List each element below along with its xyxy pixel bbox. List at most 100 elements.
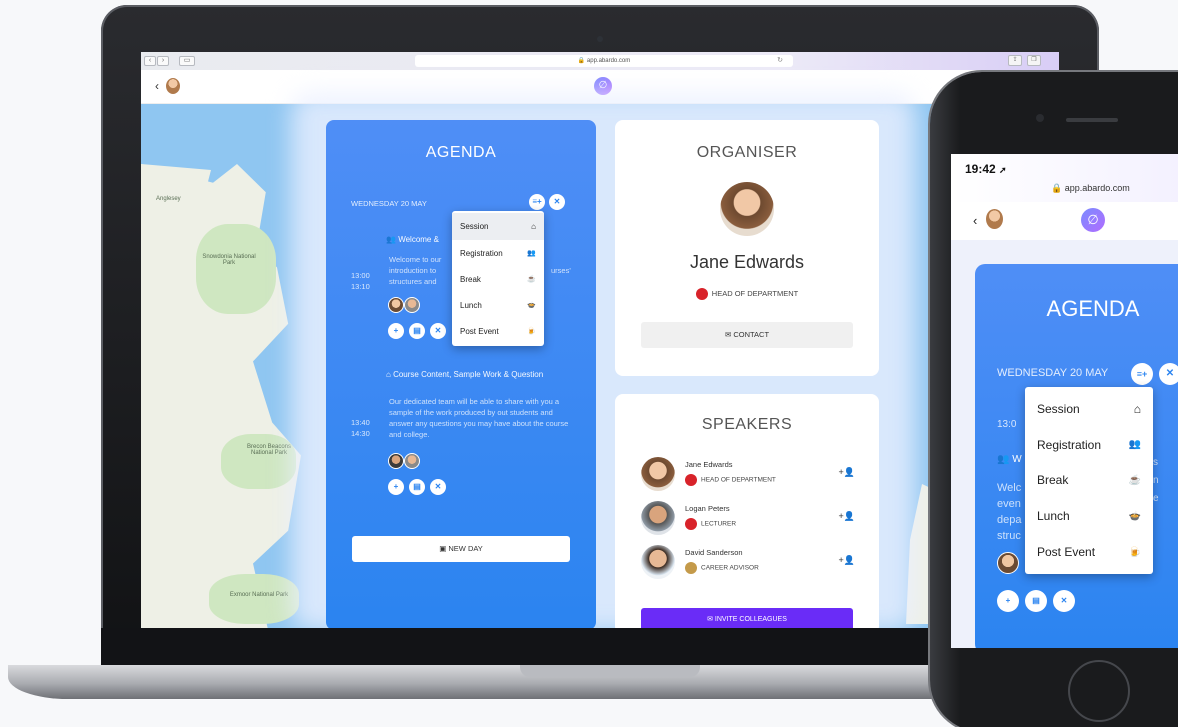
group-icon: 👥 [527, 250, 536, 257]
coffee-icon: ☕ [527, 276, 536, 283]
tabs-button[interactable]: ❐ [1027, 55, 1041, 66]
event-description: Welc even depa struc [997, 482, 1022, 542]
remove-icon[interactable]: ✕ [1053, 590, 1075, 612]
phone-speaker [1066, 118, 1118, 122]
new-day-button[interactable]: ▣ NEW DAY [352, 536, 570, 562]
map-label-snowdonia: Snowdonia National Park [202, 254, 256, 266]
speaker-row[interactable]: Logan Peters LECTURER +👤 [641, 501, 861, 537]
laptop-notch [520, 665, 700, 677]
speaker-role: CAREER ADVISOR [685, 562, 759, 574]
menu-item-lunch[interactable]: Lunch 🍲 [1025, 498, 1153, 534]
invite-colleagues-button[interactable]: ✉ INVITE COLLEAGUES [641, 608, 853, 628]
speaker-role: HEAD OF DEPARTMENT [685, 474, 776, 486]
close-button[interactable]: ✕ [549, 194, 565, 210]
remove-icon[interactable]: ✕ [430, 323, 446, 339]
lock-icon: 🔒 [577, 58, 586, 64]
speaker-name: Jane Edwards [685, 460, 733, 469]
phone-screen: 19:42 ➚ 🔒 app.abardo.com ‹ ∅ AGENDA WEDN… [951, 154, 1178, 648]
attendee-avatar[interactable] [997, 552, 1019, 574]
bowl-icon: 🍲 [527, 302, 536, 309]
reload-icon[interactable]: ↻ [777, 55, 783, 67]
group-icon: 👥 [997, 454, 1013, 465]
menu-item-post-event[interactable]: Post Event 🍺 [1025, 534, 1153, 570]
marketing-stage: ‹ › ▭ 🔒 app.abardo.com ↻ ⇪ ❐ ‹ ∅ Anglese… [0, 0, 1178, 727]
phone-url[interactable]: 🔒 app.abardo.com [1051, 183, 1130, 194]
speaker-row[interactable]: Jane Edwards HEAD OF DEPARTMENT +👤 [641, 457, 861, 493]
add-person-icon[interactable]: + [388, 323, 404, 339]
document-icon[interactable]: ▤ [409, 479, 425, 495]
organiser-role: HEAD OF DEPARTMENT [615, 288, 879, 300]
menu-item-registration[interactable]: Registration 👥 [1025, 427, 1153, 462]
speaker-row[interactable]: David Sanderson CAREER ADVISOR +👤 [641, 545, 861, 581]
add-person-icon[interactable]: +👤 [839, 511, 855, 522]
laptop-camera [597, 36, 603, 42]
forward-button[interactable]: › [157, 56, 169, 66]
pub-icon: 🍺 [527, 328, 536, 335]
day-label: WEDNESDAY 20 MAY [997, 367, 1109, 379]
home-button[interactable] [1068, 660, 1130, 722]
attendee-avatar[interactable] [388, 453, 404, 469]
menu-item-session[interactable]: Session ⌂ [452, 213, 544, 240]
address-bar[interactable]: 🔒 app.abardo.com ↻ [415, 55, 793, 67]
group-icon: 👥 [386, 235, 399, 244]
attendee-avatar[interactable] [388, 297, 404, 313]
event-time: 13:0 [997, 419, 1017, 430]
avatar[interactable] [986, 209, 1003, 229]
document-icon[interactable]: ▤ [409, 323, 425, 339]
menu-item-break[interactable]: Break ☕ [452, 266, 544, 292]
badge-icon [685, 562, 697, 574]
location-arrow-icon: ➚ [999, 165, 1007, 175]
url-text: app.abardo.com [586, 58, 631, 64]
app-logo[interactable]: ∅ [1081, 208, 1105, 232]
sidebar-button[interactable]: ▭ [179, 56, 195, 66]
contact-button[interactable]: ✉ CONTACT [641, 322, 853, 348]
presentation-icon: ⌂ [1133, 402, 1141, 416]
speaker-photo [641, 545, 675, 579]
menu-item-post-event[interactable]: Post Event 🍺 [452, 318, 544, 344]
add-person-icon[interactable]: +👤 [839, 467, 855, 478]
map-label-anglesey: Anglesey [156, 196, 181, 202]
phone-clock: 19:42 ➚ [965, 162, 1007, 176]
agenda-title: AGENDA [1046, 296, 1140, 321]
document-icon[interactable]: ▤ [1025, 590, 1047, 612]
group-icon: 👥 [1128, 439, 1141, 450]
pub-icon: 🍺 [1128, 546, 1141, 558]
speaker-photo [641, 501, 675, 535]
organiser-photo [720, 182, 774, 236]
remove-icon[interactable]: ✕ [430, 479, 446, 495]
back-button[interactable]: ‹ [144, 56, 156, 66]
lock-icon: 🔒 [1051, 183, 1065, 193]
add-person-icon[interactable]: +👤 [839, 555, 855, 566]
phone-camera [1036, 114, 1044, 122]
organiser-card: ORGANISER Jane Edwards HEAD OF DEPARTMEN… [615, 120, 879, 376]
phone-status-bar: 19:42 ➚ 🔒 app.abardo.com [951, 154, 1178, 204]
menu-item-registration[interactable]: Registration 👥 [452, 240, 544, 266]
event-description: Our dedicated team will be able to share… [389, 397, 569, 439]
close-button[interactable]: ✕ [1159, 363, 1178, 385]
event-description-tail: urses' [551, 266, 571, 275]
chevron-left-icon[interactable]: ‹ [973, 213, 977, 228]
attendee-avatar[interactable] [404, 297, 420, 313]
add-person-icon[interactable]: + [388, 479, 404, 495]
speaker-photo [641, 457, 675, 491]
phone-app-header: ‹ ∅ [951, 202, 1178, 240]
event-time: 13:00 13:10 [351, 271, 370, 291]
presentation-icon: ⌂ [386, 370, 394, 379]
agenda-title: AGENDA [425, 144, 497, 161]
chevron-left-icon[interactable]: ‹ [155, 79, 159, 93]
event-title: 👥 Welcome & [386, 235, 439, 244]
shield-icon [685, 518, 697, 530]
attendee-avatar[interactable] [404, 453, 420, 469]
add-item-button[interactable]: ≡+ [1131, 363, 1153, 385]
coffee-icon: ☕ [1128, 474, 1141, 486]
add-item-button[interactable]: ≡+ [529, 194, 545, 210]
bowl-icon: 🍲 [1128, 510, 1141, 522]
speaker-role: LECTURER [685, 518, 736, 530]
menu-item-lunch[interactable]: Lunch 🍲 [452, 292, 544, 318]
menu-item-break[interactable]: Break ☕ [1025, 462, 1153, 498]
organiser-name: Jane Edwards [689, 252, 805, 272]
add-person-icon[interactable]: + [997, 590, 1019, 612]
menu-item-session[interactable]: Session ⌂ [1025, 391, 1153, 427]
avatar[interactable] [166, 78, 180, 94]
share-button[interactable]: ⇪ [1008, 55, 1022, 66]
